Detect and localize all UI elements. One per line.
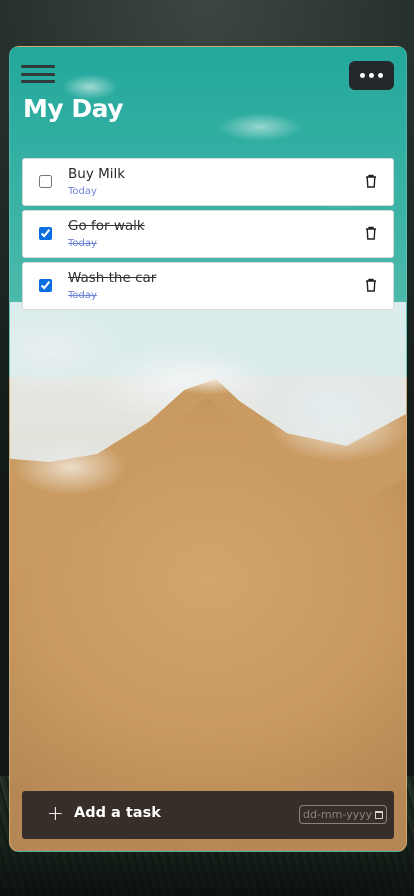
task-checkbox[interactable] [39,175,52,188]
background-sand [10,397,406,851]
add-task-bar[interactable]: + Add a task dd-mm-yyyy [22,791,394,839]
app-card: My Day Buy Milk Today Go for walk Today … [9,46,407,852]
task-date: Today [68,238,97,249]
due-date-input[interactable]: dd-mm-yyyy [299,805,387,824]
trash-icon[interactable] [365,174,377,188]
task-name: Wash the car [68,270,157,286]
task-list: Buy Milk Today Go for walk Today Wash th… [22,158,394,314]
more-options-button[interactable] [349,61,394,90]
task-name: Buy Milk [68,166,126,182]
task-item[interactable]: Wash the car Today [22,262,394,310]
add-task-label[interactable]: Add a task [74,805,161,821]
calendar-icon[interactable] [375,810,383,819]
task-checkbox[interactable] [39,279,52,292]
dot-icon [360,73,365,78]
task-date: Today [68,186,97,197]
trash-icon[interactable] [365,278,377,292]
page-title: My Day [23,94,124,123]
date-placeholder: dd-mm-yyyy [303,808,373,821]
trash-icon[interactable] [365,226,377,240]
plus-icon[interactable]: + [47,803,64,823]
task-date: Today [68,290,97,301]
hamburger-icon[interactable] [21,65,55,83]
dot-icon [369,73,374,78]
task-name: Go for walk [68,218,145,234]
task-item[interactable]: Go for walk Today [22,210,394,258]
dot-icon [378,73,383,78]
task-checkbox[interactable] [39,227,52,240]
task-item[interactable]: Buy Milk Today [22,158,394,206]
